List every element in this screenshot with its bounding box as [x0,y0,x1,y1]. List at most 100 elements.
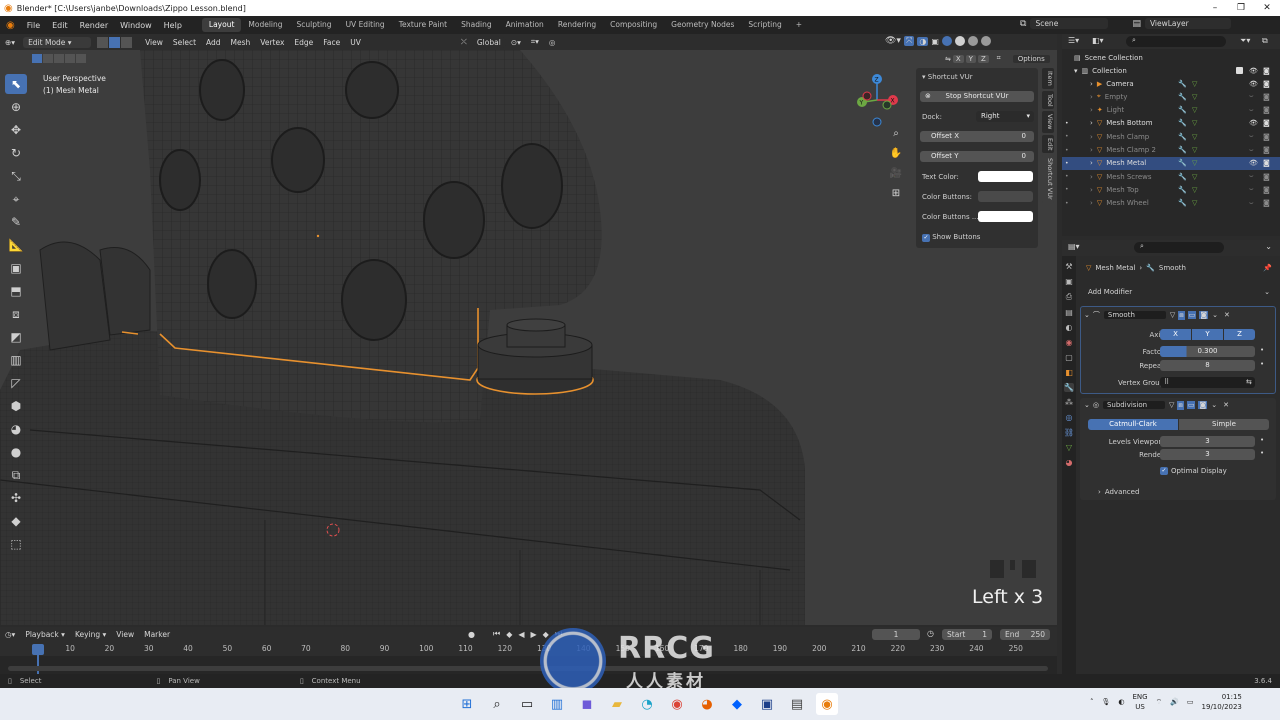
rotate-tool-icon[interactable]: ↻ [5,143,27,163]
expand-arrow-icon[interactable]: › [1090,93,1093,101]
modifier-viewport-icon[interactable]: ▭ [1187,311,1197,319]
edge-slide-tool-icon[interactable]: ⧉ [5,465,27,485]
visibility-eye-icon[interactable]: ⌣ [1249,185,1254,194]
menu-window[interactable]: Window [114,21,158,30]
modifier-tab-icon[interactable]: 🔧 [1064,383,1074,392]
dock-selector[interactable]: Right ▾ [976,111,1034,122]
modifier-cage-icon[interactable]: ⧈ [1178,310,1185,320]
visibility-eye-icon[interactable]: ⌣ [1249,146,1254,155]
select-mode-buttons[interactable] [97,36,133,48]
stop-shortcut-button[interactable]: ⊗ Stop Shortcut VUr [920,91,1034,102]
mirror-z-button[interactable]: Z [977,54,989,63]
outliner-row-empty[interactable]: › ⌖ Empty 🔧 ▽ ⌣ ◙ [1062,90,1280,103]
invert-vertex-group-icon[interactable]: ⇆ [1246,378,1252,386]
tab-texture-paint[interactable]: Texture Paint [392,18,454,32]
modifier-cage-icon[interactable]: ⧈ [1177,400,1184,410]
visibility-eye-icon[interactable]: 👁 [1249,119,1258,127]
windows-start-icon[interactable]: ⊞ [456,693,478,715]
pivot-icon[interactable]: ⊙▾ [506,38,526,47]
record-icon[interactable]: ● [468,630,475,639]
tab-tool[interactable]: Tool [1042,90,1054,110]
expand-arrow-icon[interactable]: › [1090,106,1093,114]
add-workspace-icon[interactable]: + [789,18,809,32]
select-box-tool-icon[interactable]: ⬉ [5,74,27,94]
navigation-gizmo[interactable]: Z X Y [852,72,902,127]
visibility-icon[interactable]: 👁▾ [885,36,901,46]
menu-mesh[interactable]: Mesh [226,38,256,47]
mode-selector[interactable]: Edit Mode ▾ [23,36,92,48]
zoom-icon[interactable]: ⌕ [887,128,905,146]
expand-arrow-icon[interactable]: › [1090,119,1093,127]
tab-modeling[interactable]: Modeling [241,18,289,32]
tab-uv-editing[interactable]: UV Editing [339,18,392,32]
gizmo-toggle-icon[interactable]: ⤧ [903,36,915,46]
tab-sculpting[interactable]: Sculpting [290,18,339,32]
outliner-row-light[interactable]: › ✦ Light 🔧 ▽ ⌣ ◙ [1062,104,1280,117]
menu-timeline-view[interactable]: View [111,630,139,639]
render-camera-icon[interactable]: ◙ [1263,146,1270,154]
menu-marker[interactable]: Marker [139,630,175,639]
tray-arrow-icon[interactable]: ˄ [1090,698,1094,706]
subdivision-name-field[interactable]: Subdivision [1102,401,1165,409]
timeline-track[interactable]: 1102030405060708090100110120130140150160… [0,642,1057,674]
text-color-swatch[interactable] [978,171,1033,182]
collection-row[interactable]: ▾ ▥ Collection 👁 ◙ [1062,64,1280,77]
scene-selector[interactable]: Scene [1030,18,1109,29]
shading-wire-icon[interactable] [941,36,952,46]
current-frame-field[interactable]: 1 [872,629,920,640]
tab-edit[interactable]: Edit [1042,134,1054,154]
expand-arrow-icon[interactable]: › [1090,80,1093,88]
scene-collection-row[interactable]: ▤ Scene Collection [1062,51,1280,64]
snap-cursor-icon[interactable]: ⌗ [997,54,1001,63]
output-tab-icon[interactable]: ⎙ [1066,292,1072,302]
collection-checkbox[interactable] [1236,67,1243,74]
cursor-tool-icon[interactable]: ⊕ [5,97,27,117]
color-buttons-swatch[interactable] [978,191,1033,202]
render-tab-icon[interactable]: ▣ [1065,277,1073,286]
spin-tool-icon[interactable]: ◕ [5,419,27,439]
scene-tab-icon[interactable]: ◐ [1066,323,1073,332]
mirror-x-button[interactable]: X [952,54,964,63]
language-indicator[interactable]: ENG US [1133,692,1148,712]
dropbox-icon[interactable]: ◆ [726,693,748,715]
axis-z-toggle[interactable]: Z [1224,329,1255,340]
smooth-modifier-header[interactable]: ⌄ ⌒ Smooth ▽ ⧈ ▭ ◙ ⌄ ✕ [1084,308,1274,322]
tab-scripting[interactable]: Scripting [741,18,788,32]
tab-animation[interactable]: Animation [499,18,551,32]
visibility-eye-icon[interactable]: ⌣ [1249,92,1254,101]
menu-render[interactable]: Render [74,21,114,30]
render-camera-icon[interactable]: ◙ [1263,119,1270,127]
ortho-grid-icon[interactable]: ⊞ [887,188,905,206]
battery-icon[interactable]: ▭ [1187,698,1194,706]
repeat-field[interactable]: 8 [1160,360,1255,371]
menu-vertex[interactable]: Vertex [255,38,289,47]
overlay-toggle-icon[interactable]: ◑ [917,36,929,46]
advanced-subpanel[interactable]: › Advanced [1098,488,1139,496]
play-icon[interactable]: ▶ [531,630,537,639]
vertex-group-field[interactable]: ⠿ [1160,377,1255,388]
expand-arrow-icon[interactable]: › [1090,186,1093,194]
physics-tab-icon[interactable]: ◎ [1066,413,1073,422]
menu-keying[interactable]: Keying ▾ [70,630,111,639]
visibility-eye-icon[interactable]: ⌣ [1249,199,1254,208]
modifier-render-icon[interactable]: ◙ [1198,401,1208,409]
start-frame-field[interactable]: Start 1 [942,629,992,640]
show-buttons-checkbox[interactable]: ✓ Show Buttons [922,233,980,242]
smooth-tool-icon[interactable]: ● [5,442,27,462]
measure-tool-icon[interactable]: 📐 [5,235,27,255]
render-camera-icon[interactable]: ◙ [1263,159,1270,167]
render-camera-icon[interactable]: ◙ [1263,186,1270,194]
annotate-tool-icon[interactable]: ✎ [5,212,27,232]
end-frame-field[interactable]: End 250 [1000,629,1050,640]
optimal-display-checkbox[interactable]: ✓ Optimal Display [1160,467,1227,475]
axis-y-toggle[interactable]: Y [1192,329,1223,340]
tray-icon[interactable]: ◐ [1118,698,1124,706]
maximize-button[interactable]: ❐ [1228,0,1254,16]
render-camera-icon[interactable]: ◙ [1263,133,1270,141]
menu-file[interactable]: File [21,21,46,30]
tab-view[interactable]: View [1042,111,1054,133]
add-cube-tool-icon[interactable]: ▣ [5,258,27,278]
collapse-arrow-icon[interactable]: ⌄ [1084,311,1090,319]
shear-tool-icon[interactable]: ◆ [5,511,27,531]
collapse-arrow-icon[interactable]: ⌄ [1084,401,1090,409]
